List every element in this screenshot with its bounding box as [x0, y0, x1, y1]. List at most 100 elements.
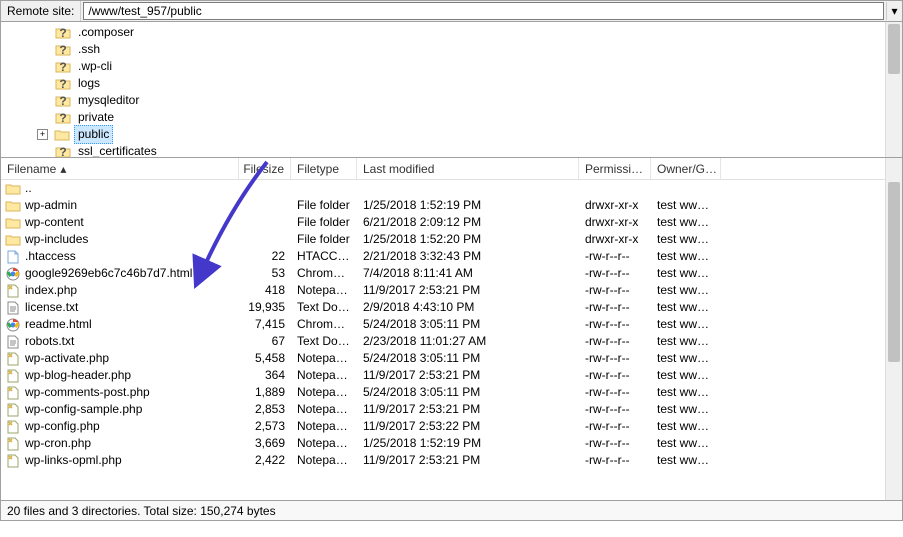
file-row[interactable]: wp-activate.php5,458Notepad…5/24/2018 3:… — [1, 350, 902, 367]
file-perm: drwxr-xr-x — [579, 214, 651, 231]
remote-tree[interactable]: ?.composer?.ssh?.wp-cli?logs?mysqleditor… — [1, 22, 902, 158]
file-list-body[interactable]: ..wp-adminFile folder1/25/2018 1:52:19 P… — [1, 180, 902, 469]
file-type: Notepad… — [291, 435, 357, 452]
file-date: 1/25/2018 1:52:19 PM — [357, 435, 579, 452]
scrollbar-thumb[interactable] — [888, 182, 900, 362]
php-icon — [5, 420, 21, 434]
file-name: wp-config.php — [25, 418, 100, 435]
column-header-permissions[interactable]: Permissi… — [579, 158, 651, 179]
tree-item-label: logs — [75, 75, 103, 92]
file-perm: drwxr-xr-x — [579, 231, 651, 248]
tree-item[interactable]: ?.wp-cli — [55, 58, 902, 75]
scrollbar-thumb[interactable] — [888, 24, 900, 74]
file-row[interactable]: google9269eb6c7c46b7d7.html53Chrome …7/4… — [1, 265, 902, 282]
file-date: 5/24/2018 3:05:11 PM — [357, 350, 579, 367]
file-name: wp-config-sample.php — [25, 401, 142, 418]
php-icon — [5, 386, 21, 400]
file-owner: test ww… — [651, 248, 721, 265]
file-type: Notepad… — [291, 350, 357, 367]
php-icon — [5, 284, 21, 298]
file-date: 1/25/2018 1:52:19 PM — [357, 197, 579, 214]
file-name: .htaccess — [25, 248, 76, 265]
column-header-filesize[interactable]: Filesize — [239, 158, 291, 179]
file-type: Notepad… — [291, 282, 357, 299]
file-row[interactable]: wp-config-sample.php2,853Notepad…11/9/20… — [1, 401, 902, 418]
file-perm: -rw-r--r-- — [579, 265, 651, 282]
file-owner: test ww… — [651, 452, 721, 469]
tree-item[interactable]: +public — [37, 126, 902, 143]
expand-icon[interactable]: + — [37, 129, 48, 140]
file-type: File folder — [291, 197, 357, 214]
file-name: wp-includes — [25, 231, 88, 248]
file-row[interactable]: wp-blog-header.php364Notepad…11/9/2017 2… — [1, 367, 902, 384]
file-size: 22 — [239, 248, 291, 265]
tree-item[interactable]: ? logs — [55, 75, 902, 92]
file-owner: test ww… — [651, 282, 721, 299]
file-perm: -rw-r--r-- — [579, 435, 651, 452]
file-name: .. — [25, 180, 32, 197]
folder-icon — [5, 182, 21, 196]
file-row[interactable]: license.txt19,935Text Doc…2/9/2018 4:43:… — [1, 299, 902, 316]
unknown-folder-icon: ? — [55, 43, 71, 57]
file-row[interactable]: wp-comments-post.php1,889Notepad…5/24/20… — [1, 384, 902, 401]
file-owner: test ww… — [651, 316, 721, 333]
file-date: 11/9/2017 2:53:22 PM — [357, 418, 579, 435]
file-row[interactable]: wp-contentFile folder6/21/2018 2:09:12 P… — [1, 214, 902, 231]
file-owner: test ww… — [651, 214, 721, 231]
file-type: Text Doc… — [291, 333, 357, 350]
file-row[interactable]: .. — [1, 180, 902, 197]
file-row[interactable]: wp-links-opml.php2,422Notepad…11/9/2017 … — [1, 452, 902, 469]
file-size: 53 — [239, 265, 291, 282]
column-header-modified[interactable]: Last modified — [357, 158, 579, 179]
file-row[interactable]: index.php418Notepad…11/9/2017 2:53:21 PM… — [1, 282, 902, 299]
file-type: HTACCE… — [291, 248, 357, 265]
file-name: robots.txt — [25, 333, 74, 350]
tree-item-label: mysqleditor — [75, 92, 142, 109]
remote-path-dropdown-icon[interactable]: ▾ — [886, 2, 902, 20]
tree-item[interactable]: ?.composer — [55, 24, 902, 41]
file-type: Notepad… — [291, 367, 357, 384]
file-perm: -rw-r--r-- — [579, 282, 651, 299]
tree-item[interactable]: ?private — [55, 109, 902, 126]
remote-tree-pane: ?.composer?.ssh?.wp-cli?logs?mysqleditor… — [0, 22, 903, 158]
file-size: 19,935 — [239, 299, 291, 316]
unknown-folder-icon: ? — [55, 145, 71, 159]
file-perm: -rw-r--r-- — [579, 316, 651, 333]
file-row[interactable]: wp-cron.php 3,669Notepad…1/25/2018 1:52:1… — [1, 435, 902, 452]
remote-path-input[interactable] — [83, 2, 884, 20]
file-name: wp-cron.php — [25, 435, 91, 452]
folder-icon — [54, 128, 70, 142]
file-type: Notepad… — [291, 418, 357, 435]
file-size: 364 — [239, 367, 291, 384]
file-name: wp-content — [25, 214, 84, 231]
file-type: File folder — [291, 231, 357, 248]
column-header-filename[interactable]: Filename ▴ — [1, 158, 239, 179]
file-row[interactable]: wp-includes File folder1/25/2018 1:52:20 … — [1, 231, 902, 248]
svg-text:?: ? — [59, 77, 66, 90]
tree-item[interactable]: ?mysqleditor — [55, 92, 902, 109]
file-type: Notepad… — [291, 401, 357, 418]
file-list-scrollbar[interactable] — [885, 158, 902, 500]
file-type: Notepad… — [291, 452, 357, 469]
file-row[interactable]: .htaccess22HTACCE…2/21/2018 3:32:43 PM-r… — [1, 248, 902, 265]
tree-item[interactable]: ?.ssh — [55, 41, 902, 58]
svg-text:?: ? — [59, 145, 66, 158]
file-perm: -rw-r--r-- — [579, 418, 651, 435]
column-header-owner[interactable]: Owner/G… — [651, 158, 721, 179]
file-row[interactable]: robots.txt67Text Doc…2/23/2018 11:01:27 … — [1, 333, 902, 350]
file-owner: test ww… — [651, 299, 721, 316]
file-name: wp-comments-post.php — [25, 384, 150, 401]
file-size: 3,669 — [239, 435, 291, 452]
column-header-filetype[interactable]: Filetype — [291, 158, 357, 179]
file-date: 5/24/2018 3:05:11 PM — [357, 316, 579, 333]
file-owner: test ww… — [651, 384, 721, 401]
file-date: 1/25/2018 1:52:20 PM — [357, 231, 579, 248]
file-row[interactable]: wp-adminFile folder1/25/2018 1:52:19 PMd… — [1, 197, 902, 214]
file-row[interactable]: wp-config.php2,573Notepad…11/9/2017 2:53… — [1, 418, 902, 435]
file-size: 1,889 — [239, 384, 291, 401]
tree-scrollbar[interactable] — [885, 22, 902, 157]
header-label-filename: Filename — [7, 162, 56, 176]
file-row[interactable]: readme.html7,415Chrome …5/24/2018 3:05:1… — [1, 316, 902, 333]
tree-item[interactable]: ?ssl_certificates — [55, 143, 902, 158]
file-name: license.txt — [25, 299, 78, 316]
